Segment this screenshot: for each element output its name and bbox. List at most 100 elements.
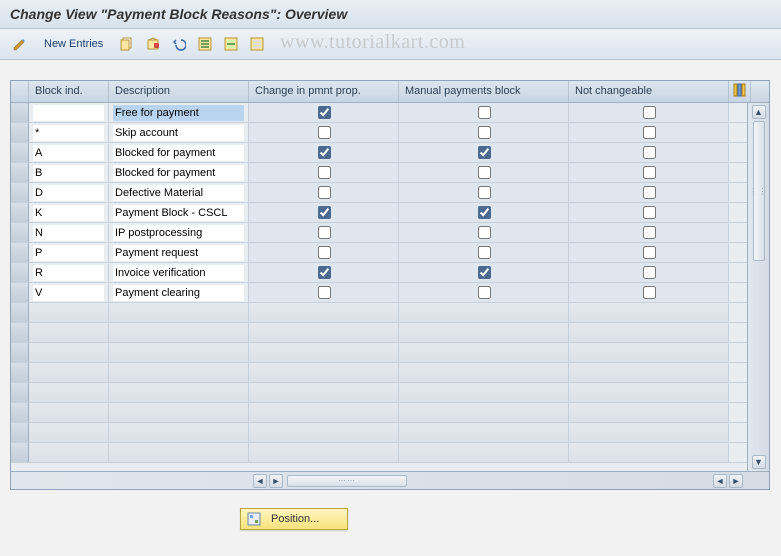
row-selector[interactable] <box>11 163 29 183</box>
description-input[interactable] <box>113 265 244 281</box>
chg-checkbox[interactable] <box>318 286 331 299</box>
header-block-ind[interactable]: Block ind. <box>29 81 109 102</box>
block-ind-input[interactable] <box>33 245 104 261</box>
cell-man <box>399 403 569 423</box>
not-checkbox[interactable] <box>643 286 656 299</box>
select-block-icon[interactable] <box>221 34 241 54</box>
block-ind-input[interactable] <box>33 225 104 241</box>
description-input[interactable] <box>113 165 244 181</box>
description-input[interactable] <box>113 285 244 301</box>
block-ind-input[interactable] <box>33 165 104 181</box>
chg-checkbox[interactable] <box>318 106 331 119</box>
not-checkbox[interactable] <box>643 246 656 259</box>
select-all-icon[interactable] <box>195 34 215 54</box>
not-checkbox[interactable] <box>643 146 656 159</box>
position-button[interactable]: Position... <box>240 508 348 530</box>
not-checkbox[interactable] <box>643 126 656 139</box>
chg-checkbox[interactable] <box>318 206 331 219</box>
block-ind-input[interactable] <box>33 125 104 141</box>
row-selector[interactable] <box>11 423 29 443</box>
cell-block-ind <box>29 363 109 383</box>
man-checkbox[interactable] <box>478 246 491 259</box>
scroll-left-icon[interactable]: ◄ <box>253 474 267 488</box>
row-selector[interactable] <box>11 343 29 363</box>
header-description[interactable]: Description <box>109 81 249 102</box>
table-row <box>11 123 769 143</box>
not-checkbox[interactable] <box>643 166 656 179</box>
man-checkbox[interactable] <box>478 206 491 219</box>
new-entries-button[interactable]: New Entries <box>36 36 111 52</box>
chg-checkbox[interactable] <box>318 166 331 179</box>
man-checkbox[interactable] <box>478 126 491 139</box>
not-checkbox[interactable] <box>643 206 656 219</box>
description-input[interactable] <box>113 205 244 221</box>
row-selector[interactable] <box>11 403 29 423</box>
row-selector[interactable] <box>11 303 29 323</box>
description-input[interactable] <box>113 105 244 121</box>
block-ind-input[interactable] <box>33 285 104 301</box>
block-ind-input[interactable] <box>33 185 104 201</box>
delete-icon[interactable] <box>143 34 163 54</box>
row-selector[interactable] <box>11 323 29 343</box>
chg-checkbox[interactable] <box>318 126 331 139</box>
row-selector[interactable] <box>11 143 29 163</box>
row-selector[interactable] <box>11 183 29 203</box>
row-selector[interactable] <box>11 223 29 243</box>
row-selector[interactable] <box>11 363 29 383</box>
cell-description <box>109 383 249 403</box>
row-selector[interactable] <box>11 243 29 263</box>
scroll-right-icon[interactable]: ► <box>269 474 283 488</box>
description-input[interactable] <box>113 245 244 261</box>
configure-columns-icon[interactable] <box>729 81 751 102</box>
chg-checkbox[interactable] <box>318 266 331 279</box>
cell-block-ind <box>29 383 109 403</box>
position-button-label: Position... <box>271 513 319 525</box>
not-checkbox[interactable] <box>643 186 656 199</box>
header-not-changeable[interactable]: Not changeable <box>569 81 729 102</box>
scroll-down-icon[interactable]: ▼ <box>752 455 766 469</box>
header-manual-block[interactable]: Manual payments block <box>399 81 569 102</box>
row-selector[interactable] <box>11 283 29 303</box>
scroll-up-icon[interactable]: ▲ <box>752 105 766 119</box>
description-input[interactable] <box>113 225 244 241</box>
deselect-all-icon[interactable] <box>247 34 267 54</box>
row-selector[interactable] <box>11 443 29 463</box>
scroll-left-end-icon[interactable]: ◄ <box>713 474 727 488</box>
block-ind-input[interactable] <box>33 265 104 281</box>
header-change-prop[interactable]: Change in pmnt prop. <box>249 81 399 102</box>
description-input[interactable] <box>113 145 244 161</box>
scroll-right-end-icon[interactable]: ► <box>729 474 743 488</box>
block-ind-input[interactable] <box>33 105 104 121</box>
row-selector[interactable] <box>11 203 29 223</box>
chg-checkbox[interactable] <box>318 246 331 259</box>
block-ind-input[interactable] <box>33 205 104 221</box>
copy-as-icon[interactable] <box>117 34 137 54</box>
row-selector[interactable] <box>11 123 29 143</box>
man-checkbox[interactable] <box>478 286 491 299</box>
row-selector[interactable] <box>11 383 29 403</box>
chg-checkbox[interactable] <box>318 226 331 239</box>
chg-checkbox[interactable] <box>318 186 331 199</box>
chg-checkbox[interactable] <box>318 146 331 159</box>
block-ind-input[interactable] <box>33 145 104 161</box>
not-checkbox[interactable] <box>643 266 656 279</box>
vertical-scroll-thumb[interactable]: ⋮⋮ <box>753 121 765 261</box>
description-input[interactable] <box>113 125 244 141</box>
not-checkbox[interactable] <box>643 226 656 239</box>
man-checkbox[interactable] <box>478 106 491 119</box>
man-checkbox[interactable] <box>478 226 491 239</box>
horizontal-scroll-thumb[interactable]: ⋯⋯ <box>287 475 407 487</box>
row-selector[interactable] <box>11 103 29 123</box>
description-input[interactable] <box>113 185 244 201</box>
not-checkbox[interactable] <box>643 106 656 119</box>
undo-icon[interactable] <box>169 34 189 54</box>
man-checkbox[interactable] <box>478 266 491 279</box>
table-row <box>11 143 769 163</box>
man-checkbox[interactable] <box>478 146 491 159</box>
toggle-display-change-icon[interactable] <box>10 34 30 54</box>
vertical-scrollbar[interactable]: ▲ ⋮⋮ ▼ <box>747 103 769 471</box>
man-checkbox[interactable] <box>478 166 491 179</box>
row-selector[interactable] <box>11 263 29 283</box>
man-checkbox[interactable] <box>478 186 491 199</box>
header-select-all[interactable] <box>11 81 29 102</box>
